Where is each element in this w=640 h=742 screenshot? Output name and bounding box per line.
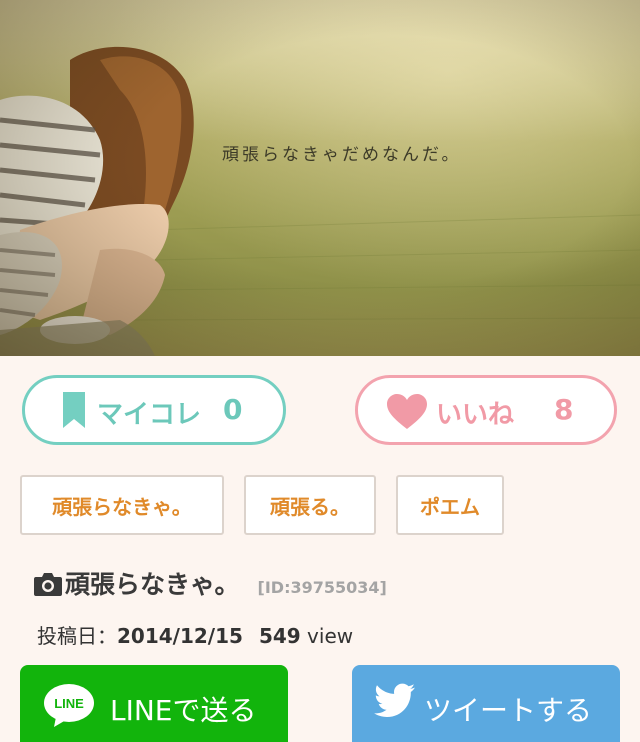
- like-label: いいね: [436, 400, 515, 430]
- photo-caption: 頑張らなきゃだめなんだ。: [222, 145, 462, 165]
- post-id: [ID:39755034]: [257, 578, 387, 597]
- view-unit: view: [300, 624, 354, 648]
- line-badge-text: LINE: [54, 696, 84, 711]
- mycolle-button[interactable]: マイコレ 0: [22, 375, 286, 445]
- tag-item[interactable]: ポエム: [396, 475, 504, 535]
- camera-icon: [33, 571, 63, 601]
- tweet-button[interactable]: ツイートする: [352, 665, 620, 742]
- line-icon: LINE: [42, 683, 96, 736]
- mycolle-count: 0: [223, 393, 243, 426]
- post-title: 頑張らなきゃ。: [65, 570, 240, 599]
- tag-item[interactable]: 頑張らなきゃ。: [20, 475, 224, 535]
- mycolle-label: マイコレ: [97, 400, 202, 430]
- tag-item[interactable]: 頑張る。: [244, 475, 376, 535]
- line-share-button[interactable]: LINE LINEで送る: [20, 665, 288, 742]
- photo-vignette: [0, 0, 640, 356]
- post-photo: 頑張らなきゃだめなんだ。: [0, 0, 640, 356]
- line-share-label: LINEで送る: [110, 694, 257, 727]
- post-meta: 投稿日：2014/12/15 549 view: [37, 620, 353, 649]
- twitter-bird-icon: [374, 683, 416, 726]
- bookmark-icon: [61, 390, 87, 434]
- post-date: 2014/12/15: [117, 624, 243, 648]
- post-date-label: 投稿日：: [37, 624, 117, 648]
- view-count: 549: [258, 624, 301, 648]
- tweet-label: ツイートする: [424, 694, 593, 727]
- post-title-row: 頑張らなきゃ。 [ID:39755034]: [33, 565, 387, 601]
- like-button[interactable]: いいね 8: [355, 375, 617, 445]
- heart-icon: [386, 393, 428, 435]
- like-count: 8: [554, 393, 574, 426]
